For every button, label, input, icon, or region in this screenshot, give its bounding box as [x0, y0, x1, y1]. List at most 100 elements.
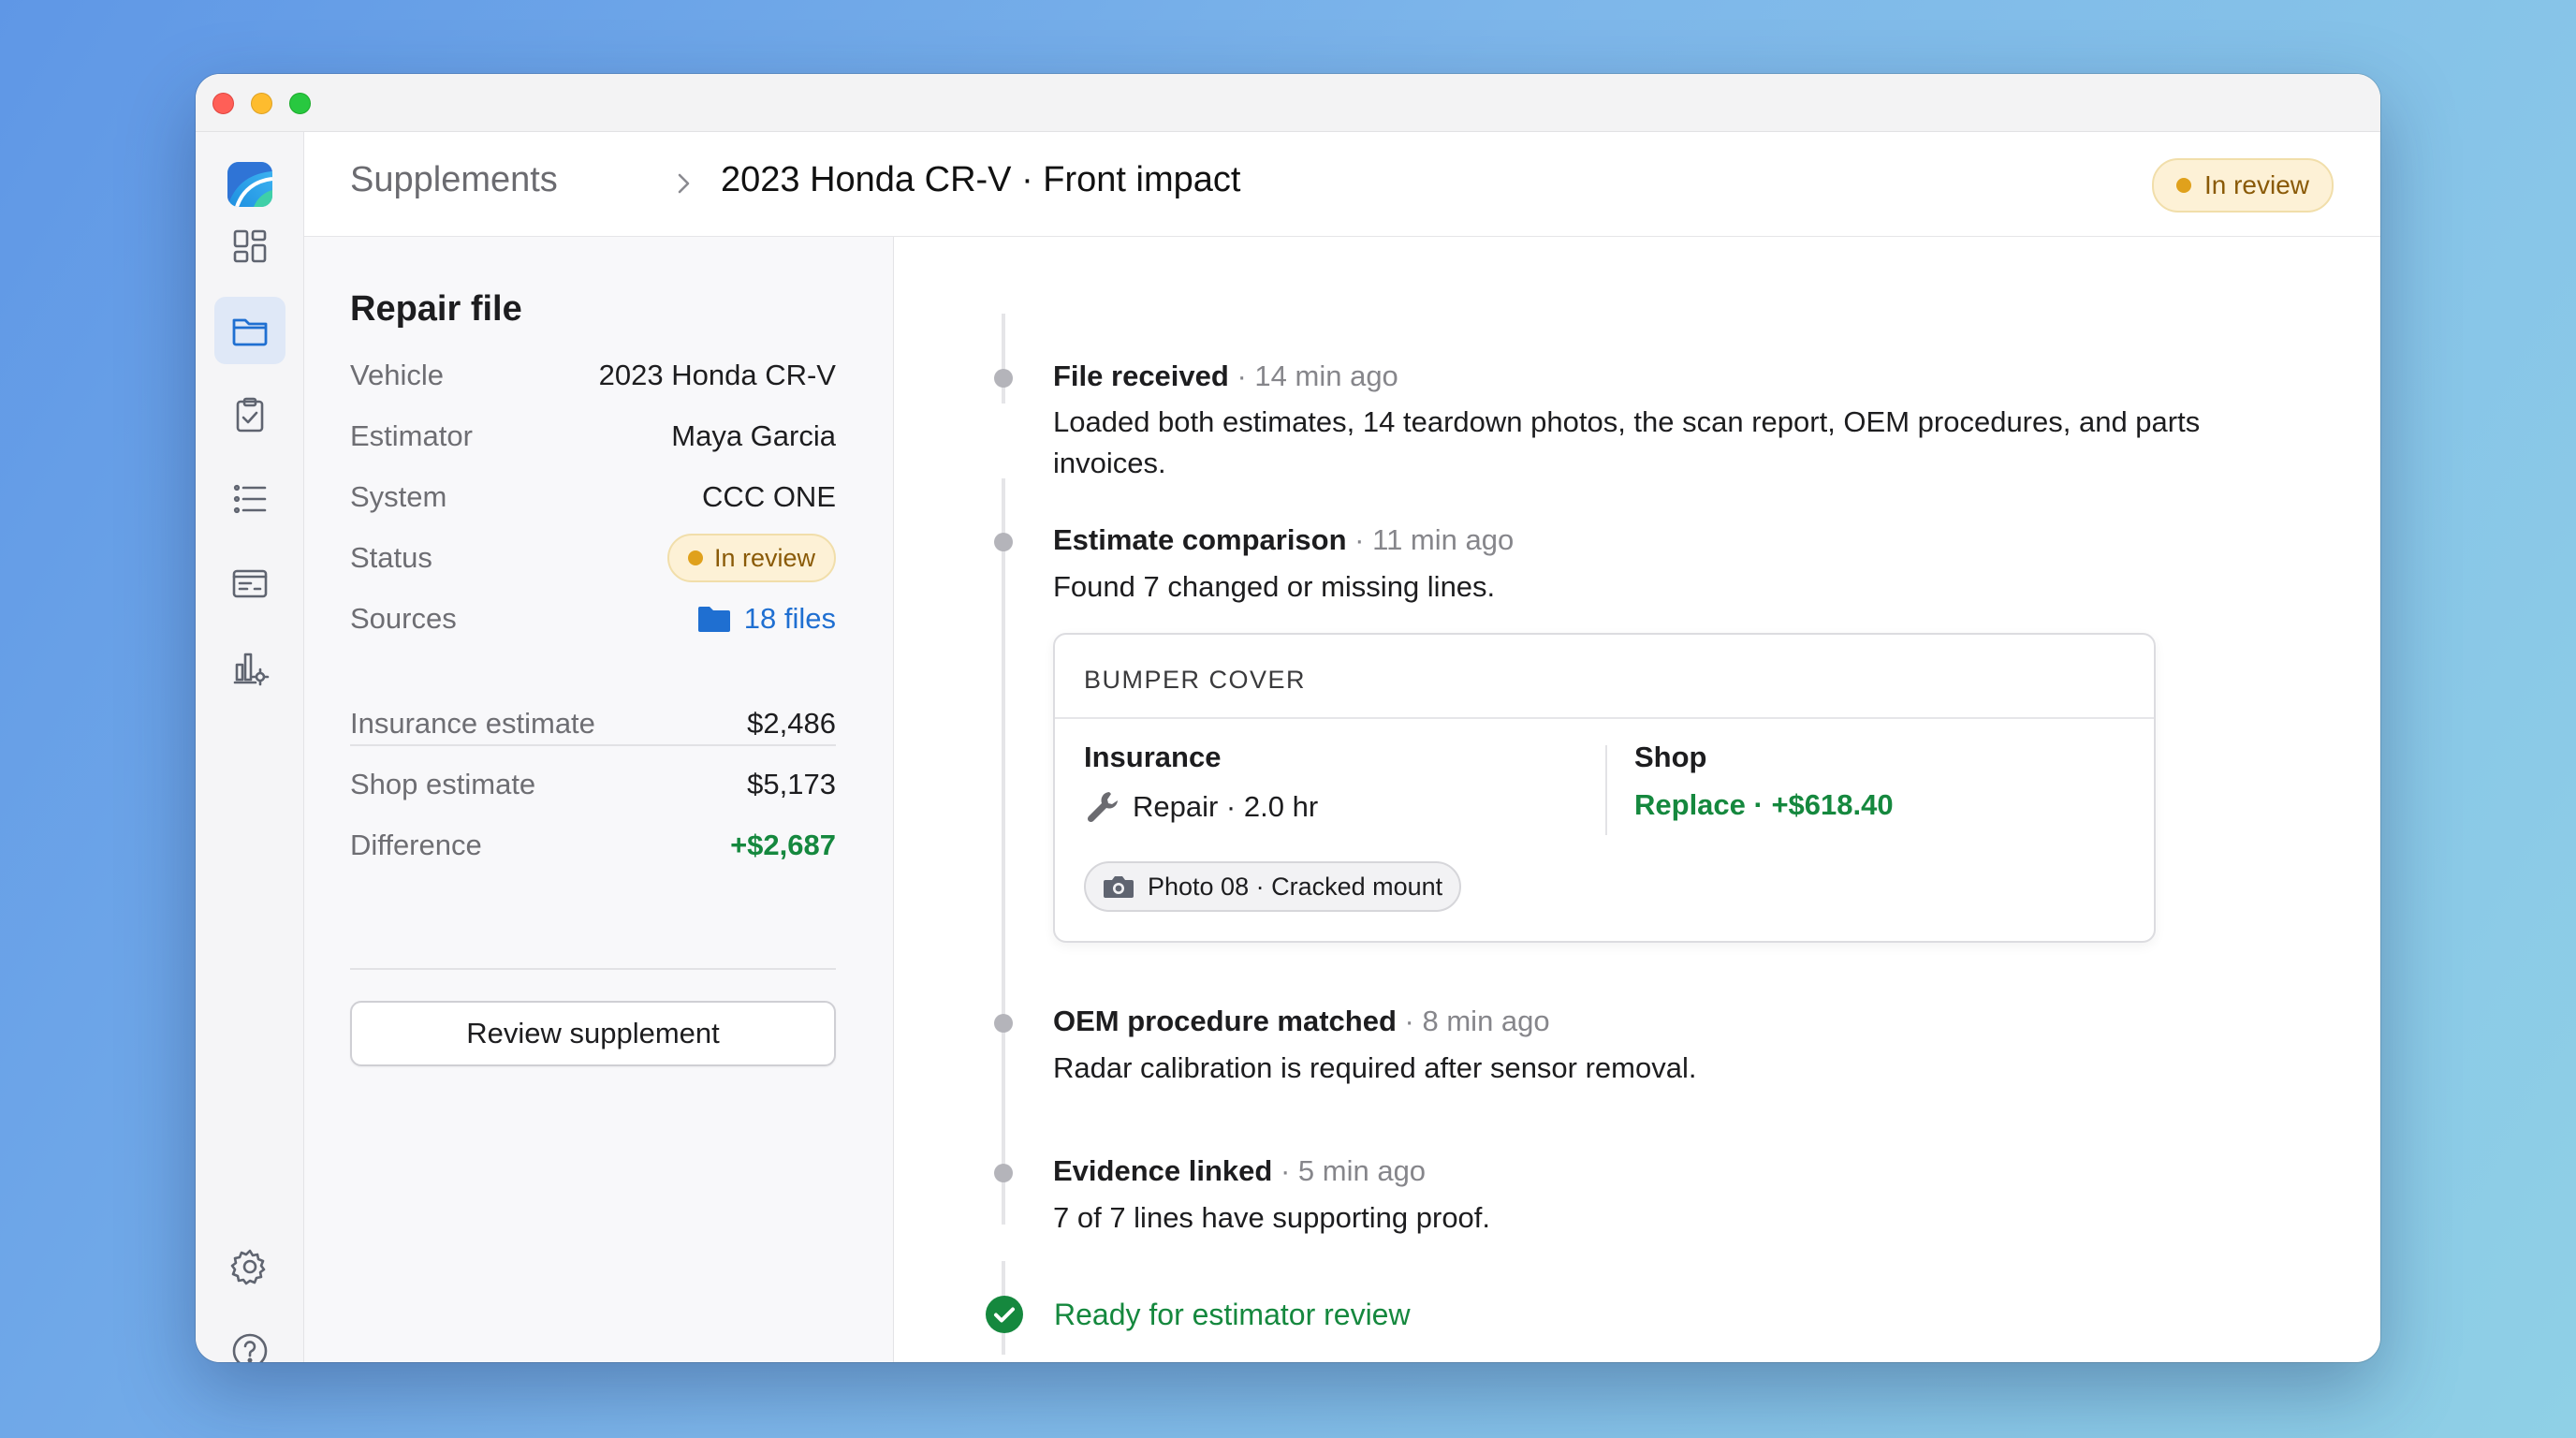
- event-time: 8 min ago: [1422, 1005, 1550, 1037]
- event-title: Estimate comparison: [1053, 523, 1347, 556]
- help-icon: [232, 1333, 268, 1362]
- shop-line-detail: Replace · +$618.40: [1634, 788, 1894, 821]
- sidebar-item-reports[interactable]: [214, 634, 285, 701]
- event-title: File received: [1053, 360, 1229, 392]
- sidebar-item-list[interactable]: [214, 465, 285, 533]
- review-supplement-button[interactable]: Review supplement: [350, 1001, 836, 1066]
- timeline-dot: [994, 1014, 1013, 1033]
- event-description: Found 7 changed or missing lines.: [1053, 570, 1496, 603]
- photo-label: Photo 08 · Cracked mount: [1148, 872, 1443, 901]
- insurance-line-detail: Repair · 2.0 hr: [1084, 788, 1318, 826]
- timeline-connector: [1002, 314, 1005, 404]
- total-value: $5,173: [747, 768, 836, 800]
- event-description: Radar calibration is required after sens…: [1053, 1051, 1697, 1084]
- status-dot-icon: [2175, 178, 2191, 193]
- detail-value: Maya Garcia: [671, 419, 836, 452]
- line-comparison-card[interactable]: BUMPER COVER Insurance Repair · 2.0 hr S…: [1053, 633, 2156, 943]
- timeline-dot: [994, 1164, 1013, 1182]
- camera-icon: [1104, 876, 1134, 898]
- detail-label: System: [350, 480, 447, 513]
- page-title: 2023 Honda CR-V · Front impact: [721, 160, 1241, 199]
- chevron-right-icon: [678, 173, 690, 194]
- detail-row-status: Status In review: [350, 534, 836, 582]
- folder-icon: [697, 607, 730, 632]
- total-label: Shop estimate: [350, 768, 536, 800]
- shop-column-title: Shop: [1634, 741, 1707, 773]
- detail-label: Estimator: [350, 419, 473, 452]
- detail-row-estimator: Estimator Maya Garcia: [350, 418, 836, 455]
- final-status-text: Ready for estimator review: [1054, 1297, 1411, 1331]
- column-divider: [1605, 745, 1607, 835]
- detail-value: CCC ONE: [702, 480, 836, 513]
- clipboard-check-icon: [236, 397, 264, 433]
- total-value: $2,486: [747, 707, 836, 740]
- timeline-dot: [994, 369, 1013, 388]
- status-badge-label: In review: [713, 543, 815, 572]
- event-description: 7 of 7 lines have supporting proof.: [1053, 1201, 1491, 1234]
- sidebar: [196, 132, 304, 1362]
- app-window: Supplements 2023 Honda CR-V · Front impa…: [196, 74, 2380, 1362]
- separator: ·: [1404, 1005, 1414, 1037]
- detail-label: Vehicle: [350, 359, 444, 391]
- repair-file-panel: Repair file Vehicle 2023 Honda CR-V Esti…: [304, 237, 894, 1362]
- status-dot-icon: [687, 550, 703, 565]
- close-window-button[interactable]: [212, 93, 234, 114]
- timeline-dot: [994, 533, 1013, 551]
- detail-label: Sources: [350, 602, 457, 635]
- detail-label: Status: [350, 541, 432, 574]
- event-title: OEM procedure matched: [1053, 1005, 1397, 1037]
- photo-evidence-chip[interactable]: Photo 08 · Cracked mount: [1084, 861, 1462, 912]
- dashboard-icon: [233, 229, 267, 263]
- sidebar-item-dashboard[interactable]: [214, 213, 285, 280]
- insurance-column-title: Insurance: [1084, 741, 1222, 773]
- timeline-event-header: Evidence linked · 5 min ago: [1053, 1154, 1426, 1188]
- page-header: Supplements 2023 Honda CR-V · Front impa…: [304, 132, 2380, 237]
- detail-value: 2023 Honda CR-V: [598, 359, 836, 391]
- separator: ·: [1354, 523, 1365, 556]
- event-time: 5 min ago: [1297, 1154, 1427, 1187]
- status-badge: In review: [2151, 158, 2334, 213]
- total-label: Difference: [350, 829, 482, 861]
- sidebar-item-billing[interactable]: [214, 550, 285, 617]
- folder-icon: [232, 318, 268, 346]
- event-time: 14 min ago: [1254, 360, 1398, 392]
- difference-value: +$2,687: [730, 829, 836, 861]
- separator: ·: [1280, 1154, 1291, 1187]
- card-header: BUMPER COVER: [1055, 635, 2154, 719]
- receipt-icon: [232, 569, 268, 598]
- divider: [350, 968, 836, 970]
- detail-row-sources: Sources 18 files: [350, 600, 836, 638]
- separator: ·: [1237, 360, 1247, 392]
- status-badge-label: In review: [2203, 170, 2309, 199]
- app-logo: [227, 162, 272, 207]
- timeline-event-header: File received · 14 min ago: [1053, 360, 1398, 393]
- total-row-difference: Difference +$2,687: [350, 827, 836, 864]
- check-circle-icon: [986, 1296, 1023, 1333]
- breadcrumb-supplements[interactable]: Supplements: [350, 160, 558, 200]
- list-icon: [233, 484, 267, 514]
- detail-row-system: System CCC ONE: [350, 478, 836, 516]
- total-row-shop: Shop estimate $5,173: [350, 766, 836, 803]
- insurance-operation: Repair · 2.0 hr: [1133, 790, 1319, 823]
- gear-icon: [230, 1249, 266, 1285]
- wrench-icon: [1087, 792, 1118, 823]
- event-description: Loaded both estimates, 14 teardown photo…: [1053, 405, 2201, 479]
- divider: [350, 744, 836, 746]
- timeline: File received · 14 min ago Loaded both e…: [894, 237, 2380, 1362]
- sidebar-item-settings[interactable]: [214, 1233, 285, 1300]
- detail-row-vehicle: Vehicle 2023 Honda CR-V: [350, 357, 836, 394]
- sidebar-item-files[interactable]: [214, 297, 285, 364]
- sidebar-item-tasks[interactable]: [214, 381, 285, 448]
- timeline-connector: [1002, 478, 1005, 1171]
- chart-settings-icon: [233, 653, 270, 686]
- minimize-window-button[interactable]: [251, 93, 272, 114]
- timeline-event-header: Estimate comparison · 11 min ago: [1053, 523, 1514, 557]
- sources-count: 18 files: [743, 602, 836, 635]
- sources-link[interactable]: 18 files: [697, 602, 836, 636]
- sidebar-item-help[interactable]: [214, 1317, 285, 1362]
- total-label: Insurance estimate: [350, 707, 595, 740]
- title-bar: [196, 74, 2380, 132]
- zoom-window-button[interactable]: [289, 93, 311, 114]
- repair-file-title: Repair file: [350, 289, 522, 329]
- total-row-insurance: Insurance estimate $2,486: [350, 705, 836, 742]
